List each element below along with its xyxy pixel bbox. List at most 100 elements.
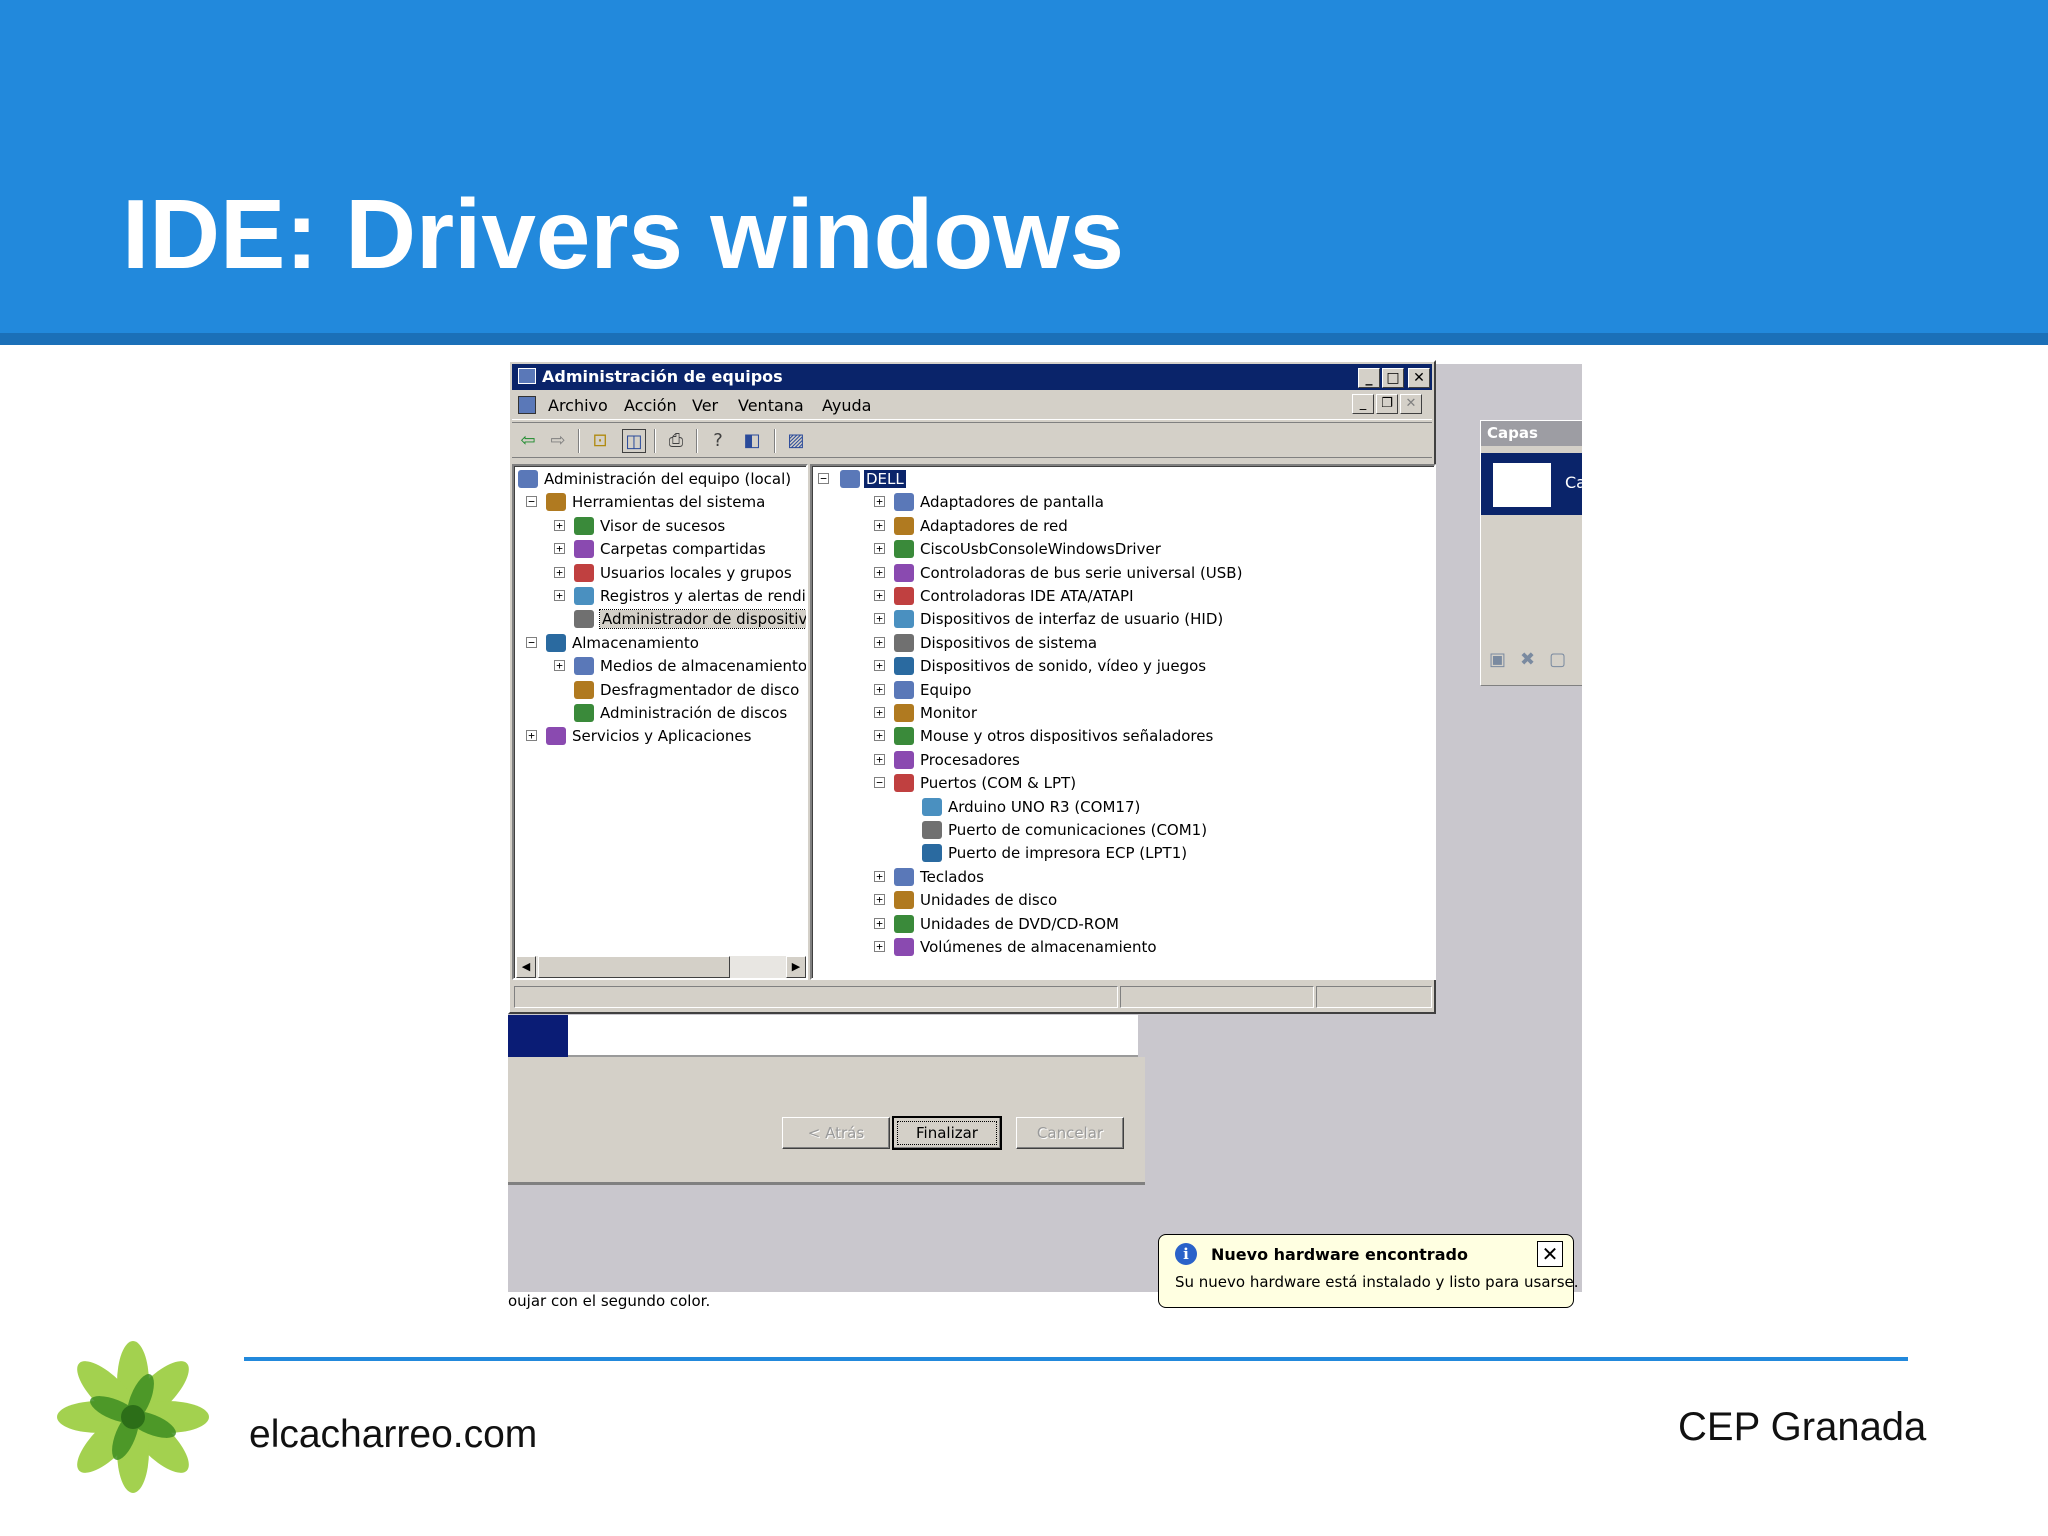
tree-expander-icon[interactable]: −	[818, 473, 829, 484]
tree-node[interactable]: Puerto de comunicaciones (COM1)	[948, 819, 1207, 841]
tree-node-icon	[922, 844, 942, 863]
tree-node[interactable]: Carpetas compartidas	[600, 538, 766, 560]
tree-expander-icon[interactable]: +	[874, 590, 885, 601]
mmc-system-icon[interactable]	[518, 396, 536, 414]
menu-ventana[interactable]: Ventana	[738, 396, 804, 415]
wizard-cancel-button[interactable]: Cancelar	[1016, 1117, 1124, 1149]
tree-expander-icon[interactable]: +	[874, 941, 885, 952]
tree-expander-icon[interactable]: +	[874, 636, 885, 648]
menu-archivo[interactable]: Archivo	[548, 396, 608, 415]
device-tree-pane[interactable]: − DELL + Adaptadores de pantalla + Adaptadore…	[810, 464, 1436, 980]
menu-accion[interactable]: Acción	[624, 396, 677, 415]
console-tree-pane[interactable]: Administración del equipo (local) − Herram…	[512, 464, 808, 980]
menu-ver[interactable]: Ver	[692, 396, 718, 415]
tree-node[interactable]: Adaptadores de red	[920, 515, 1068, 537]
tree-root-node[interactable]: DELL	[864, 468, 906, 490]
tree-node[interactable]: Servicios y Aplicaciones	[572, 725, 751, 747]
tree-expander-icon[interactable]: +	[874, 707, 885, 718]
window-title: Administración de equipos	[542, 367, 783, 386]
tree-expander-icon[interactable]: +	[874, 613, 885, 625]
window-title-bar[interactable]: Administración de equipos _ □ ✕	[512, 364, 1432, 390]
tree-node[interactable]: Dispositivos de sistema	[920, 632, 1097, 654]
back-arrow-icon[interactable]: ⇦	[516, 429, 540, 453]
scroll-right-icon[interactable]: ▶	[786, 956, 806, 978]
tree-expander-icon[interactable]: +	[874, 566, 885, 578]
tree-expander-icon[interactable]: −	[526, 496, 537, 508]
toolbar-separator	[774, 429, 776, 453]
tree-node[interactable]: Administración de discos	[600, 702, 787, 724]
tree-node[interactable]: Desfragmentador de disco	[600, 679, 799, 701]
tree-expander-icon[interactable]: −	[874, 777, 885, 789]
tree-node[interactable]: Usuarios locales y grupos	[600, 562, 792, 584]
print-icon[interactable]: ⎙	[664, 429, 688, 453]
tree-expander-icon[interactable]: +	[874, 660, 885, 672]
tree-expander-icon[interactable]: +	[874, 496, 885, 508]
help-icon[interactable]: ?	[706, 429, 730, 453]
tree-node[interactable]: Mouse y otros dispositivos señaladores	[920, 725, 1213, 747]
tree-node[interactable]: Arduino UNO R3 (COM17)	[948, 796, 1140, 818]
up-folder-icon[interactable]: ⊡	[588, 429, 612, 453]
tree-node-label: Controladoras de bus serie universal (US…	[920, 563, 1243, 582]
wizard-back-button[interactable]: < Atrás	[782, 1117, 890, 1149]
tree-node[interactable]: Adaptadores de pantalla	[920, 491, 1104, 513]
scrollbar-thumb[interactable]	[538, 956, 730, 978]
properties-icon[interactable]: ◧	[740, 429, 764, 453]
computer-management-window[interactable]: Administración de equipos _ □ ✕ Archivo …	[508, 360, 1436, 1014]
forward-arrow-icon[interactable]: ⇨	[546, 429, 570, 453]
horizontal-scrollbar[interactable]: ◀ ▶	[516, 956, 806, 978]
tree-node[interactable]: Volúmenes de almacenamiento	[920, 936, 1157, 958]
tree-node[interactable]: Administrador de dispositivo	[598, 608, 806, 630]
child-minimize-icon[interactable]: _	[1352, 394, 1374, 414]
tree-expander-icon[interactable]: +	[554, 590, 565, 601]
tree-node[interactable]: Visor de sucesos	[600, 515, 725, 537]
device-scan-icon[interactable]: ▨	[784, 429, 808, 453]
child-close-icon[interactable]: ✕	[1400, 394, 1422, 414]
tree-node[interactable]: Monitor	[920, 702, 977, 724]
tree-node[interactable]: Dispositivos de interfaz de usuario (HID…	[920, 608, 1223, 630]
tree-expander-icon[interactable]: +	[874, 917, 885, 929]
tree-node[interactable]: Unidades de disco	[920, 889, 1057, 911]
scroll-left-icon[interactable]: ◀	[516, 956, 536, 978]
tree-expander-icon[interactable]: +	[874, 543, 885, 555]
tree-expander-icon[interactable]: +	[554, 660, 565, 672]
tree-node[interactable]: Controladoras de bus serie universal (US…	[920, 562, 1242, 584]
tree-node[interactable]: Equipo	[920, 679, 971, 701]
menu-ayuda[interactable]: Ayuda	[822, 396, 871, 415]
tree-node[interactable]: Teclados	[920, 866, 984, 888]
capas-panel[interactable]: Capas Ca ▣ ✖ ▢	[1480, 420, 1582, 686]
tree-expander-icon[interactable]: +	[874, 894, 885, 906]
tree-node[interactable]: Unidades de DVD/CD-ROM	[920, 913, 1119, 935]
tree-expander-icon[interactable]: +	[554, 519, 565, 531]
wizard-finish-button[interactable]: Finalizar	[892, 1116, 1002, 1150]
minimize-icon[interactable]: _	[1358, 368, 1380, 388]
tree-node[interactable]: Almacenamiento	[572, 632, 699, 654]
maximize-icon[interactable]: □	[1382, 368, 1404, 388]
tree-node[interactable]: Puerto de impresora ECP (LPT1)	[948, 842, 1187, 864]
layer-properties-icon[interactable]: ▢	[1549, 649, 1566, 670]
tree-expander-icon[interactable]: +	[554, 543, 565, 555]
tree-expander-icon[interactable]: +	[554, 566, 565, 578]
tree-expander-icon[interactable]: +	[526, 730, 537, 742]
child-restore-icon[interactable]: ❐	[1376, 394, 1398, 414]
tree-node[interactable]: Medios de almacenamiento e	[600, 655, 806, 677]
tree-expander-icon[interactable]: +	[874, 753, 885, 765]
tree-expander-icon[interactable]: +	[874, 683, 885, 695]
tree-node[interactable]: CiscoUsbConsoleWindowsDriver	[920, 538, 1161, 560]
close-icon[interactable]: ✕	[1408, 368, 1430, 388]
tree-node[interactable]: Procesadores	[920, 749, 1020, 771]
tree-node[interactable]: Puertos (COM & LPT)	[920, 772, 1076, 794]
tree-node[interactable]: Controladoras IDE ATA/ATAPI	[920, 585, 1134, 607]
tree-node[interactable]: Herramientas del sistema	[572, 491, 765, 513]
tree-node[interactable]: Administración del equipo (local)	[544, 468, 791, 490]
new-hardware-balloon[interactable]: i Nuevo hardware encontrado Su nuevo har…	[1158, 1234, 1579, 1308]
tree-node[interactable]: Registros y alertas de rendir	[600, 585, 806, 607]
tree-node[interactable]: Dispositivos de sonido, vídeo y juegos	[920, 655, 1206, 677]
new-layer-icon[interactable]: ▣	[1489, 649, 1506, 670]
balloon-close-icon[interactable]: ✕	[1537, 1241, 1563, 1267]
show-tree-icon[interactable]: ◫	[622, 429, 646, 453]
tree-expander-icon[interactable]: +	[874, 730, 885, 742]
delete-layer-icon[interactable]: ✖	[1520, 649, 1535, 670]
tree-expander-icon[interactable]: +	[874, 870, 885, 882]
tree-expander-icon[interactable]: −	[526, 636, 537, 648]
tree-expander-icon[interactable]: +	[874, 519, 885, 531]
